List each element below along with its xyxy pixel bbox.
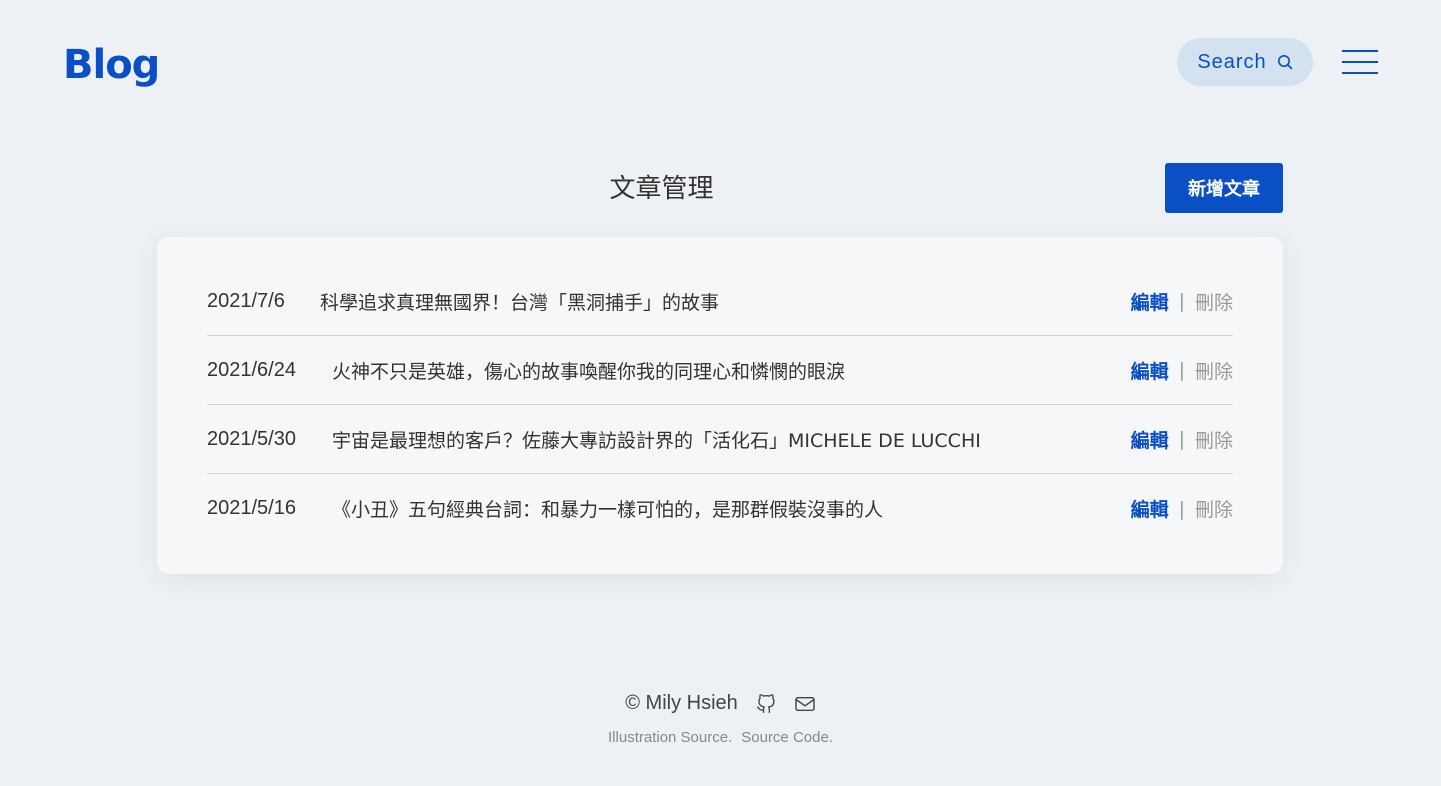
mail-icon[interactable] [794, 695, 816, 713]
post-title[interactable]: 科學追求真理無國界！台灣「黑洞捕手」的故事 [320, 288, 1131, 315]
action-separator: | [1178, 359, 1185, 381]
hamburger-menu-icon[interactable] [1342, 48, 1378, 76]
post-title[interactable]: 《小丑》五句經典台詞：和暴力一樣可怕的，是那群假裝沒事的人 [332, 495, 1131, 522]
post-title[interactable]: 宇宙是最理想的客戶？佐藤大專訪設計界的「活化石」MICHELE DE LUCCH… [332, 426, 1131, 453]
page-title: 文章管理 [609, 174, 714, 204]
edit-link[interactable]: 編輯 [1131, 495, 1169, 522]
copyright: © Mily Hsieh [625, 692, 738, 714]
post-actions: 編輯 | 刪除 [1131, 288, 1233, 315]
delete-link[interactable]: 刪除 [1195, 357, 1233, 384]
menu-bar [1342, 61, 1378, 63]
footer: © Mily Hsieh [0, 692, 1441, 715]
post-list-card: 2021/7/6 科學追求真理無國界！台灣「黑洞捕手」的故事 編輯 | 刪除 2… [157, 237, 1283, 574]
search-label: Search [1197, 50, 1267, 73]
action-separator: | [1178, 428, 1185, 450]
post-actions: 編輯 | 刪除 [1131, 426, 1233, 453]
menu-bar [1342, 50, 1378, 52]
action-separator: | [1178, 290, 1185, 312]
edit-link[interactable]: 編輯 [1131, 357, 1169, 384]
delete-link[interactable]: 刪除 [1195, 288, 1233, 315]
post-actions: 編輯 | 刪除 [1131, 495, 1233, 522]
post-row: 2021/7/6 科學追求真理無國界！台灣「黑洞捕手」的故事 編輯 | 刪除 [207, 267, 1233, 336]
post-row: 2021/5/30 宇宙是最理想的客戶？佐藤大專訪設計界的「活化石」MICHEL… [207, 405, 1233, 474]
new-post-button[interactable]: 新增文章 [1165, 163, 1283, 213]
post-date: 2021/5/16 [207, 497, 296, 519]
blog-logo[interactable]: Blog [63, 40, 160, 90]
search-icon [1277, 55, 1292, 70]
delete-link[interactable]: 刪除 [1195, 426, 1233, 453]
post-date: 2021/6/24 [207, 358, 296, 381]
page: Blog Search 文章管理 新增文章 2021/7/6 科學追求真理無國界… [0, 0, 1441, 786]
post-date: 2021/5/30 [207, 427, 296, 450]
post-title[interactable]: 火神不只是英雄，傷心的故事喚醒你我的同理心和憐憫的眼淚 [332, 357, 1131, 384]
footer-links: Illustration Source. Source Code. [0, 729, 1441, 746]
action-separator: | [1178, 497, 1185, 520]
post-row: 2021/5/16 《小丑》五句經典台詞：和暴力一樣可怕的，是那群假裝沒事的人 … [207, 474, 1233, 543]
post-row: 2021/6/24 火神不只是英雄，傷心的故事喚醒你我的同理心和憐憫的眼淚 編輯… [207, 336, 1233, 405]
edit-link[interactable]: 編輯 [1131, 288, 1169, 315]
post-date: 2021/7/6 [207, 289, 285, 312]
delete-link[interactable]: 刪除 [1195, 495, 1233, 522]
search-button[interactable]: Search [1177, 38, 1313, 86]
menu-bar [1342, 72, 1378, 74]
illustration-source-link[interactable]: Illustration Source. [608, 729, 732, 746]
post-actions: 編輯 | 刪除 [1131, 357, 1233, 384]
github-icon[interactable] [756, 693, 776, 714]
source-code-link[interactable]: Source Code. [741, 729, 833, 746]
edit-link[interactable]: 編輯 [1131, 426, 1169, 453]
